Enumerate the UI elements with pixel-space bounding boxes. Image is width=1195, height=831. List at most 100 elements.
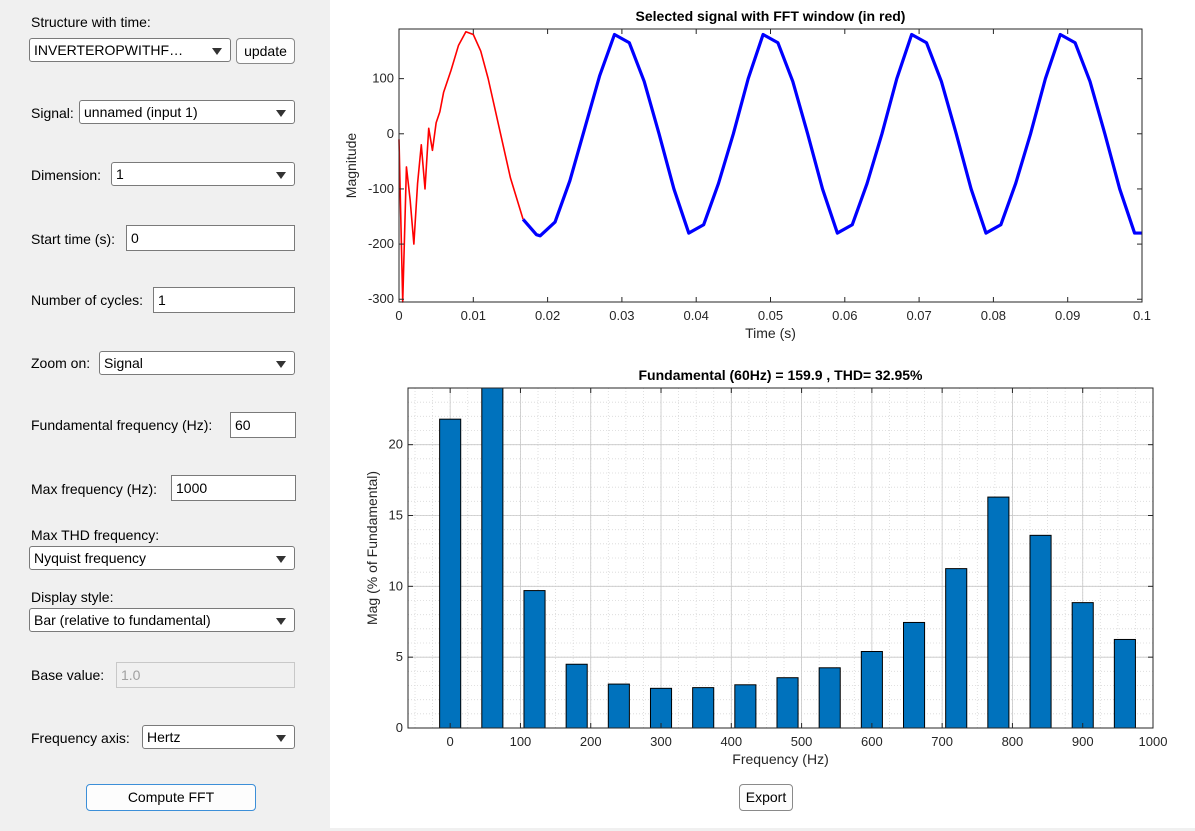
signal-label: Signal: — [31, 105, 74, 121]
x-tick-label: 900 — [1072, 734, 1094, 749]
freq-axis-label: Frequency axis: — [31, 730, 130, 746]
harmonic-bar — [902, 621, 926, 729]
freq-axis-dropdown[interactable]: Hertz — [142, 725, 295, 749]
structure-dropdown[interactable]: INVERTEROPWITHF… — [29, 38, 231, 62]
fund-freq-input[interactable]: 60 — [230, 412, 296, 438]
x-tick-label: 0.05 — [758, 308, 783, 323]
signal-line-1 — [398, 30, 524, 303]
settings-panel: Structure with time: INVERTEROPWITHF… up… — [0, 0, 330, 828]
display-style-label: Display style: — [31, 589, 114, 605]
y-tick-label: 100 — [372, 71, 394, 86]
harmonic-bar — [481, 387, 504, 729]
y-tick-label: 10 — [389, 578, 403, 593]
x-tick-label: 1000 — [1139, 734, 1168, 749]
export-button[interactable]: Export — [739, 784, 793, 811]
y-axis-label: Magnitude — [343, 133, 359, 199]
x-tick-label: 0.1 — [1133, 308, 1151, 323]
x-tick-label: 0.08 — [981, 308, 1006, 323]
signal-dropdown[interactable]: unnamed (input 1) — [79, 100, 295, 124]
base-value-label: Base value: — [31, 667, 105, 683]
x-tick-label: 0.04 — [684, 308, 709, 323]
x-tick-label: 500 — [791, 734, 813, 749]
x-tick-label: 0.06 — [832, 308, 857, 323]
harmonic-bar — [987, 496, 1010, 729]
structure-value: INVERTEROPWITHF… — [34, 42, 184, 58]
chart-1: 0 0.01 0.02 0.03 0.04 0.05 0.06 0.07 0.08 0.09 0.1… — [343, 8, 1151, 341]
harmonic-bar — [818, 667, 841, 729]
chart-title: Fundamental (60Hz) = 159.9 , THD= 32.95% — [639, 367, 924, 383]
freq-axis-value: Hertz — [147, 729, 181, 745]
chart-2: 0 100 200 300 400 500 600 700 800 900 1000 0 5 10 15 20… — [364, 367, 1167, 767]
x-tick-label: 300 — [650, 734, 672, 749]
structure-label: Structure with time: — [31, 14, 151, 30]
x-axis-label: Time (s) — [745, 325, 796, 341]
start-time-label: Start time (s): — [31, 231, 116, 247]
harmonic-bar — [692, 687, 715, 729]
base-value-input: 1.0 — [116, 662, 295, 688]
y-tick-label: -200 — [368, 236, 394, 251]
zoom-dropdown[interactable]: Signal — [99, 351, 295, 375]
max-freq-input[interactable]: 1000 — [171, 475, 296, 501]
x-tick-label: 400 — [720, 734, 742, 749]
x-tick-label: 100 — [510, 734, 532, 749]
max-thd-label: Max THD frequency: — [31, 527, 160, 543]
x-tick-label: 700 — [931, 734, 953, 749]
cycles-label: Number of cycles: — [31, 292, 144, 308]
y-tick-label: 20 — [389, 437, 403, 452]
display-style-dropdown[interactable]: Bar (relative to fundamental) — [29, 608, 295, 632]
zoom-value: Signal — [104, 355, 143, 371]
harmonic-bar — [1113, 638, 1136, 729]
harmonic-bar — [1029, 534, 1052, 729]
chevron-down-icon — [276, 735, 286, 742]
y-tick-label: 0 — [387, 126, 394, 141]
harmonic-bar — [734, 684, 757, 729]
x-tick-label: 0.01 — [461, 308, 486, 323]
zoom-label: Zoom on: — [31, 355, 91, 371]
cycles-input[interactable]: 1 — [153, 287, 295, 313]
x-tick-label: 0.03 — [609, 308, 634, 323]
x-tick-label: 0 — [395, 308, 402, 323]
signal-value: unnamed (input 1) — [84, 104, 198, 120]
harmonic-bar — [945, 568, 968, 729]
harmonic-bar — [776, 677, 799, 729]
x-tick-label: 0 — [447, 734, 454, 749]
chevron-down-icon — [212, 48, 222, 55]
plots-canvas: 0 0.01 0.02 0.03 0.04 0.05 0.06 0.07 0.08 0.09 0.1… — [343, 8, 1167, 767]
max-thd-dropdown[interactable]: Nyquist frequency — [29, 546, 295, 570]
y-tick-label: -300 — [368, 291, 394, 306]
axes-box — [398, 28, 1143, 303]
harmonic-bar — [607, 683, 630, 729]
y-tick-label: 15 — [389, 508, 403, 523]
chevron-down-icon — [276, 172, 286, 179]
y-axis-label: Mag (% of Fundamental) — [364, 471, 380, 625]
x-tick-label: 200 — [580, 734, 602, 749]
dimension-value: 1 — [116, 166, 124, 182]
harmonic-bar — [565, 663, 588, 729]
compute-fft-button[interactable]: Compute FFT — [86, 784, 256, 811]
harmonic-bar — [1071, 602, 1094, 729]
signal-line-2 — [521, 32, 1142, 238]
start-time-input[interactable]: 0 — [126, 225, 295, 251]
y-tick-label: 5 — [396, 649, 403, 664]
max-thd-value: Nyquist frequency — [34, 550, 147, 566]
max-freq-label: Max frequency (Hz): — [31, 481, 158, 497]
y-tick-label: -100 — [368, 181, 394, 196]
dimension-dropdown[interactable]: 1 — [111, 162, 295, 186]
display-style-value: Bar (relative to fundamental) — [34, 612, 211, 628]
chart-title: Selected signal with FFT window (in red) — [636, 8, 906, 24]
x-tick-label: 0.07 — [906, 308, 931, 323]
harmonic-bar — [439, 418, 462, 729]
harmonic-bar — [523, 590, 546, 729]
chevron-down-icon — [276, 556, 286, 563]
x-tick-label: 600 — [861, 734, 883, 749]
fund-freq-label: Fundamental frequency (Hz): — [31, 417, 213, 433]
x-tick-label: 0.02 — [535, 308, 560, 323]
chevron-down-icon — [276, 110, 286, 117]
chevron-down-icon — [276, 618, 286, 625]
plot-panel: 0 0.01 0.02 0.03 0.04 0.05 0.06 0.07 0.08 0.09 0.1… — [330, 0, 1195, 828]
x-tick-label: 800 — [1002, 734, 1024, 749]
chevron-down-icon — [276, 361, 286, 368]
y-tick-label: 0 — [396, 720, 403, 735]
dimension-label: Dimension: — [31, 167, 102, 183]
update-button[interactable]: update — [236, 38, 295, 64]
